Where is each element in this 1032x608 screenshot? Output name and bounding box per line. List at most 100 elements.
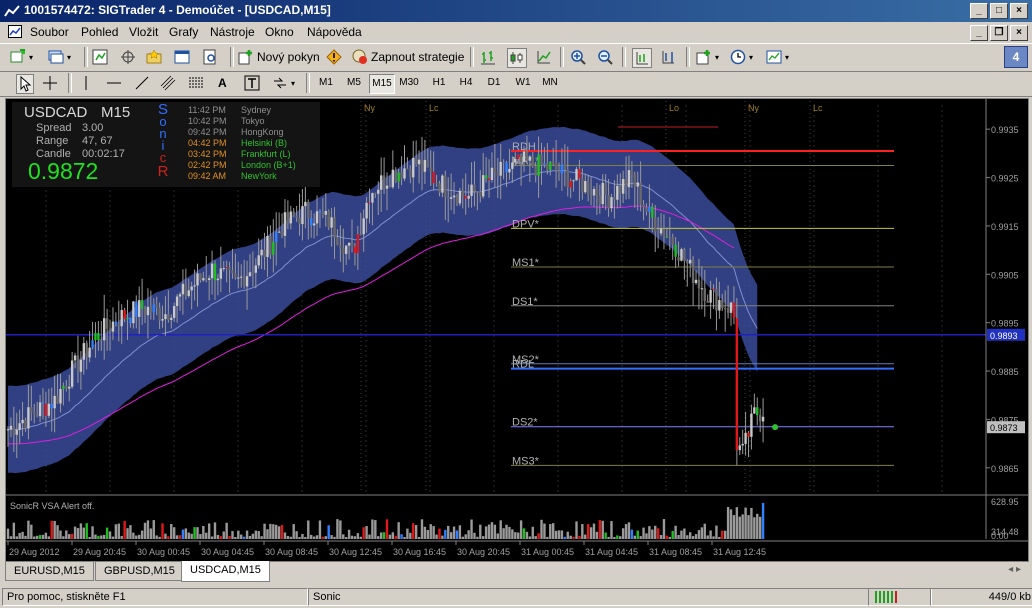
templates-button[interactable]: ▾ <box>766 48 789 66</box>
channel-tool[interactable] <box>160 74 176 92</box>
start-strategy-button[interactable]: Zapnout strategie <box>352 48 464 66</box>
candle-body <box>683 249 686 261</box>
periods-button[interactable]: ▾ <box>730 48 753 66</box>
timeframe-m30-button[interactable]: M30 <box>397 74 421 92</box>
volume-bar <box>184 528 188 539</box>
tester-button[interactable] <box>202 48 218 66</box>
vertical-line-tool[interactable] <box>78 74 94 92</box>
candle-body <box>129 317 132 324</box>
timeframe-h1-button[interactable]: H1 <box>427 74 451 92</box>
volume-bar <box>531 526 534 539</box>
volume-bar <box>68 534 71 539</box>
alert-button[interactable] <box>326 48 342 66</box>
timeframe-mn-button[interactable]: MN <box>538 74 562 92</box>
indicators-icon <box>696 50 710 65</box>
price-tag-blue-label: 0.9893 <box>990 331 1018 341</box>
candle-body <box>540 154 543 166</box>
fibonacci-icon <box>189 77 203 88</box>
horizontal-line-tool[interactable] <box>106 74 122 92</box>
new-order-button[interactable]: Nový pokyn <box>238 48 320 66</box>
bar-chart-icon <box>481 51 495 65</box>
volume-bar <box>126 528 129 539</box>
x-axis-tick-label: 31 Aug 08:45 <box>649 547 702 557</box>
tab-gbpusd[interactable]: GBPUSD,M15 <box>95 562 184 581</box>
mdi-minimize-button[interactable]: _ <box>970 25 988 41</box>
market-watch-button[interactable] <box>92 48 108 66</box>
candle-body <box>30 407 33 413</box>
candle-body <box>403 168 406 179</box>
candle-body <box>473 184 476 192</box>
navigator-button[interactable] <box>146 48 162 66</box>
volume-bar <box>691 536 695 539</box>
arrows-tool[interactable]: ▾ <box>272 74 295 92</box>
candle-body <box>394 169 397 182</box>
candle-body <box>228 267 231 271</box>
close-button[interactable]: × <box>1010 3 1028 19</box>
tab-usdcad[interactable]: USDCAD,M15 <box>181 561 270 582</box>
candle-body <box>158 307 161 321</box>
menu-okno[interactable]: Okno <box>265 25 294 39</box>
menu-pohled[interactable]: Pohled <box>81 25 118 39</box>
tab-eurusd[interactable]: EURUSD,M15 <box>5 562 94 581</box>
x-axis-tick-label: 30 Aug 04:45 <box>201 547 254 557</box>
fibonacci-tool[interactable] <box>188 74 204 92</box>
volume-bar <box>511 529 514 539</box>
text-tool[interactable]: A <box>218 74 227 92</box>
candle-body <box>662 228 666 238</box>
candle-chart-button[interactable] <box>507 48 527 68</box>
menu-soubor[interactable]: Soubor <box>30 25 69 39</box>
trendline-tool[interactable] <box>134 74 150 92</box>
candle-body <box>56 395 59 404</box>
timeframe-d1-button[interactable]: D1 <box>482 74 506 92</box>
volume-bar <box>432 526 435 539</box>
text-label-icon <box>244 75 260 91</box>
terminal-button[interactable] <box>174 48 190 66</box>
candle-body <box>613 197 616 200</box>
text-label-tool[interactable] <box>244 74 260 92</box>
data-window-button[interactable] <box>120 48 136 66</box>
mdi-restore-button[interactable]: ❐ <box>990 25 1008 41</box>
menu-vlozit[interactable]: Vložit <box>129 25 158 39</box>
timeframe-w1-button[interactable]: W1 <box>511 74 535 92</box>
indicators-button[interactable]: ▾ <box>696 48 719 66</box>
candle-body <box>566 169 569 188</box>
timeframe-h4-button[interactable]: H4 <box>454 74 478 92</box>
timeframe-m1-button[interactable]: M1 <box>314 74 338 92</box>
cursor-tool[interactable] <box>16 74 34 94</box>
new-chart-button[interactable]: ▾ <box>10 48 33 66</box>
x-axis-tick-label: 31 Aug 04:45 <box>585 547 638 557</box>
volume-bar <box>449 532 453 539</box>
volume-bar <box>505 524 508 539</box>
minimize-button[interactable]: _ <box>970 3 988 19</box>
autoscroll-button[interactable] <box>632 48 652 68</box>
zoom-in-button[interactable] <box>570 48 586 66</box>
candle-body <box>549 161 552 171</box>
timeframe-m15-button[interactable]: M15 <box>369 74 395 94</box>
bar-chart-button[interactable] <box>480 48 496 66</box>
volume-bar <box>645 533 648 539</box>
crosshair-tool[interactable] <box>42 74 58 92</box>
profiles-button[interactable]: ▾ <box>48 48 71 66</box>
chart-window[interactable]: Ny Lc Lo Ny Lc RDH MR1* DPV* MS1* DS1* MS2* RDL DS2*… <box>5 98 1029 562</box>
candle-body <box>295 216 298 218</box>
mdi-close-button[interactable]: × <box>1010 25 1028 41</box>
volume-bar <box>190 533 193 539</box>
volume-bar <box>132 532 135 539</box>
line-chart-button[interactable] <box>536 48 552 66</box>
timeframe-m5-button[interactable]: M5 <box>342 74 366 92</box>
menu-nastroje[interactable]: Nástroje <box>210 25 255 39</box>
zoom-out-button[interactable] <box>597 48 613 66</box>
candle-body <box>528 156 532 161</box>
volume-bar <box>630 529 634 539</box>
menu-napoveda[interactable]: Nápověda <box>307 25 362 39</box>
chart-shift-button[interactable] <box>660 48 676 66</box>
volume-bar <box>193 527 196 539</box>
tab-scroll-arrows[interactable]: ◂ ▸ <box>1008 564 1021 575</box>
volume-bar <box>50 520 53 539</box>
menu-grafy[interactable]: Grafy <box>169 25 198 39</box>
panel-count-badge[interactable]: 4 <box>1004 46 1028 68</box>
candle-body <box>624 179 628 188</box>
candle-body <box>423 159 427 172</box>
maximize-button[interactable]: □ <box>990 3 1008 19</box>
volume-bar <box>135 535 138 539</box>
